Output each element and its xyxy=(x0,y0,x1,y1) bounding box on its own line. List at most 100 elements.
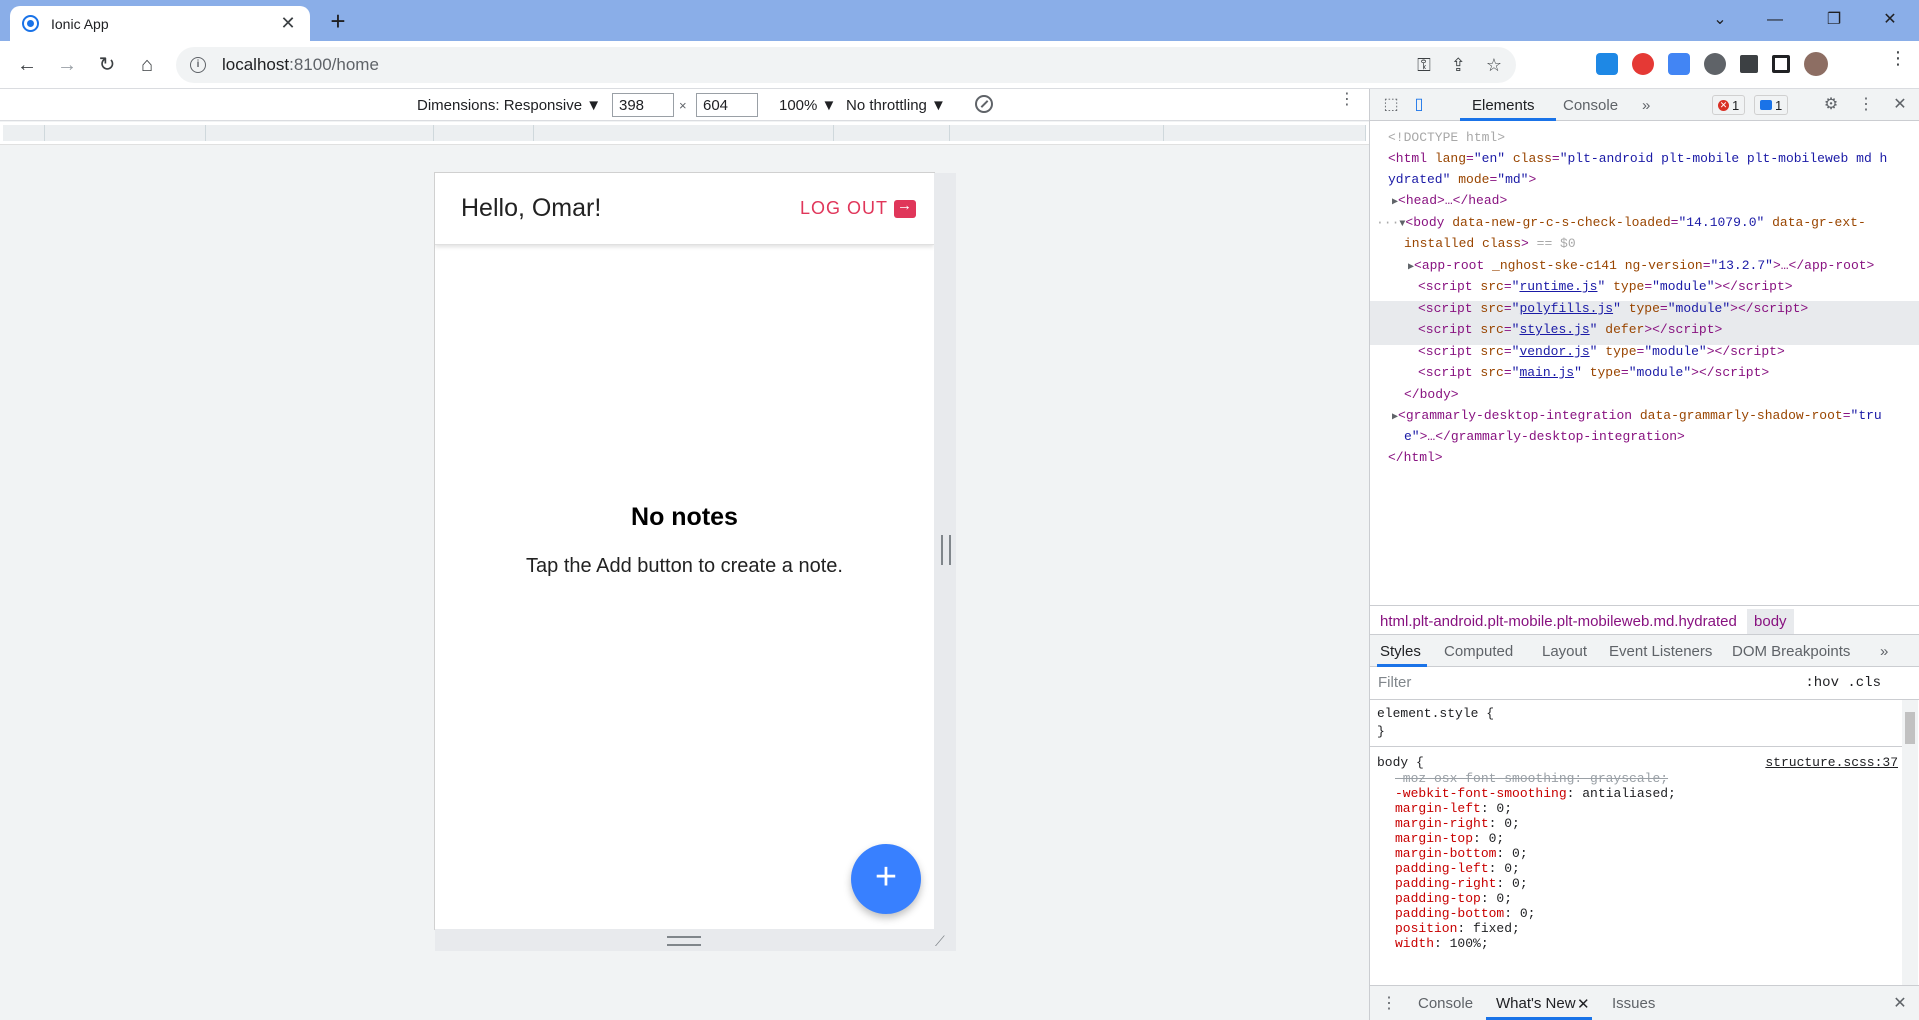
settings-gear-icon[interactable]: ⚙ xyxy=(1822,96,1840,114)
tab-search-icon[interactable]: ⌄ xyxy=(1697,4,1743,36)
dom-node[interactable]: <script src="vendor.js" type="module"></… xyxy=(1418,341,1785,363)
add-note-button[interactable]: + xyxy=(851,844,921,914)
close-devtools-icon[interactable]: ✕ xyxy=(1891,96,1909,114)
inspect-element-icon[interactable]: ⬚ xyxy=(1382,96,1400,114)
media-query-segment[interactable] xyxy=(834,125,950,141)
dimensions-dropdown[interactable]: Dimensions: Responsive ▼ xyxy=(417,97,601,114)
drawer-tab-issues[interactable]: Issues xyxy=(1612,995,1655,1012)
dom-node[interactable]: <script src="polyfills.js" type="module"… xyxy=(1418,298,1808,320)
puzzle-extensions-icon[interactable] xyxy=(1740,55,1758,73)
media-query-segment[interactable] xyxy=(534,125,834,141)
share-icon[interactable]: ⇪ xyxy=(1451,55,1466,76)
media-query-segment[interactable] xyxy=(45,125,206,141)
device-toggle-icon[interactable]: ▯ xyxy=(1410,96,1428,114)
tab-console[interactable]: Console xyxy=(1563,97,1618,114)
style-source-link[interactable]: structure.scss:37 xyxy=(1765,754,1898,772)
resize-handle-bottom[interactable] xyxy=(435,929,956,951)
more-tabs-icon[interactable]: » xyxy=(1642,97,1650,114)
logout-button[interactable]: LOG OUT xyxy=(800,197,916,219)
devtools-menu-icon[interactable]: ⋮ xyxy=(1857,96,1875,114)
reload-icon[interactable]: ↻ xyxy=(92,50,122,80)
empty-state-text: Tap the Add button to create a note. xyxy=(526,555,843,577)
throttling-dropdown[interactable]: No throttling ▼ xyxy=(846,97,946,114)
error-count-badge[interactable]: ✕ 1 xyxy=(1712,95,1746,115)
dom-node-body[interactable]: ···▼<body data-new-gr-c-s-check-loaded="… xyxy=(1376,212,1866,236)
dom-node[interactable]: <script src="main.js" type="module"></sc… xyxy=(1418,362,1769,384)
dom-node[interactable]: installed class> == $0 xyxy=(1404,233,1576,255)
empty-state: No notes Tap the Add button to create a … xyxy=(435,503,934,578)
bookmark-star-icon[interactable]: ☆ xyxy=(1486,55,1502,76)
style-declaration[interactable]: width: 100%; xyxy=(1395,935,1489,953)
message-count-badge[interactable]: 1 xyxy=(1754,95,1789,115)
browser-menu-icon[interactable]: ⋮ xyxy=(1889,49,1907,67)
drawer-tab-console[interactable]: Console xyxy=(1418,995,1473,1012)
width-input[interactable] xyxy=(612,93,674,117)
opera-extension-icon[interactable] xyxy=(1632,53,1654,75)
styles-filter-input[interactable]: Filter xyxy=(1378,674,1411,691)
tab-event-listeners[interactable]: Event Listeners xyxy=(1609,643,1712,660)
dom-node[interactable]: ▶<head>…</head> xyxy=(1392,190,1507,214)
browser-tab[interactable]: Ionic App ✕ xyxy=(10,6,310,41)
dom-node[interactable]: </body> xyxy=(1404,384,1459,406)
media-query-segment[interactable] xyxy=(206,125,434,141)
dom-node[interactable]: <script src="styles.js" defer></script> xyxy=(1418,319,1722,341)
logout-icon xyxy=(894,197,916,218)
dom-node[interactable]: ▶<app-root _nghost-ske-c141 ng-version="… xyxy=(1408,255,1874,279)
close-window-button[interactable]: ✕ xyxy=(1867,4,1913,36)
close-tab-icon[interactable]: ✕ xyxy=(278,13,298,34)
tab-layout[interactable]: Layout xyxy=(1542,643,1587,660)
dom-node[interactable]: e">…</grammarly-desktop-integration> xyxy=(1404,426,1685,448)
back-icon[interactable]: ← xyxy=(12,50,42,80)
breadcrumb-path[interactable]: html.plt-android.plt-mobile.plt-mobilewe… xyxy=(1380,613,1737,630)
home-icon[interactable]: ⌂ xyxy=(132,50,162,80)
media-query-segment[interactable] xyxy=(950,125,1164,141)
address-bar[interactable]: i localhost:8100/home ⚿ ⇪ ☆ xyxy=(176,47,1516,83)
settings-extension-icon[interactable] xyxy=(1704,53,1726,75)
dom-node[interactable]: ▶<grammarly-desktop-integration data-gra… xyxy=(1392,405,1882,429)
empty-state-title: No notes xyxy=(631,503,738,531)
dom-tree: <!DOCTYPE html> <html lang="en" class="p… xyxy=(1370,127,1919,501)
tab-title: Ionic App xyxy=(51,15,109,32)
media-query-segment[interactable] xyxy=(3,125,45,141)
drawer-tab-whats-new[interactable]: What's New xyxy=(1496,995,1576,1012)
media-query-segment[interactable] xyxy=(1164,125,1366,141)
tab-computed[interactable]: Computed xyxy=(1444,643,1513,660)
more-subtabs-icon[interactable]: » xyxy=(1880,643,1888,660)
site-info-icon[interactable]: i xyxy=(190,57,206,73)
dom-node[interactable]: ydrated" mode="md"> xyxy=(1388,169,1536,191)
height-input[interactable] xyxy=(696,93,758,117)
key-icon[interactable]: ⚿ xyxy=(1417,55,1431,76)
hov-cls-toggles[interactable]: :hov .cls xyxy=(1805,675,1881,691)
more-options-icon[interactable]: ⋮ xyxy=(1339,92,1355,108)
restore-button[interactable]: ❐ xyxy=(1811,4,1857,36)
breadcrumb-active[interactable]: body xyxy=(1747,609,1794,634)
translate-extension-icon[interactable] xyxy=(1668,53,1690,75)
tab-dom-breakpoints[interactable]: DOM Breakpoints xyxy=(1732,643,1850,660)
zoom-dropdown[interactable]: 100% ▼ xyxy=(779,97,836,114)
message-count: 1 xyxy=(1775,97,1783,113)
tab-elements[interactable]: Elements xyxy=(1472,97,1535,114)
cast-extension-icon[interactable] xyxy=(1596,53,1618,75)
new-tab-button[interactable]: + xyxy=(324,8,352,36)
dom-node[interactable]: <script src="runtime.js" type="module"><… xyxy=(1418,276,1793,298)
side-panel-icon[interactable] xyxy=(1772,55,1790,73)
dom-node[interactable]: </html> xyxy=(1388,447,1443,469)
forward-icon[interactable]: → xyxy=(52,50,82,80)
media-query-segment[interactable] xyxy=(434,125,534,141)
dom-node[interactable]: <!DOCTYPE html> xyxy=(1388,127,1505,149)
close-drawer-icon[interactable]: ✕ xyxy=(1891,995,1909,1013)
browser-toolbar: ← → ↻ ⌂ i localhost:8100/home ⚿ ⇪ ☆ ⋮ xyxy=(0,41,1919,89)
dom-node[interactable]: <html lang="en" class="plt-android plt-m… xyxy=(1388,148,1887,170)
rotate-icon[interactable] xyxy=(975,95,993,113)
url-host: localhost xyxy=(222,55,290,74)
profile-avatar[interactable] xyxy=(1804,52,1828,76)
close-whats-new-icon[interactable]: ✕ xyxy=(1577,995,1590,1013)
resize-corner-icon[interactable]: ⟋ xyxy=(935,933,945,950)
resize-handle-right[interactable] xyxy=(934,173,956,951)
tab-styles[interactable]: Styles xyxy=(1380,643,1421,660)
styles-scrollbar[interactable] xyxy=(1902,700,1918,985)
minimize-button[interactable]: — xyxy=(1752,4,1798,36)
error-icon: ✕ xyxy=(1718,99,1729,111)
scrollbar-thumb[interactable] xyxy=(1905,712,1915,744)
drawer-menu-icon[interactable]: ⋮ xyxy=(1380,995,1398,1013)
